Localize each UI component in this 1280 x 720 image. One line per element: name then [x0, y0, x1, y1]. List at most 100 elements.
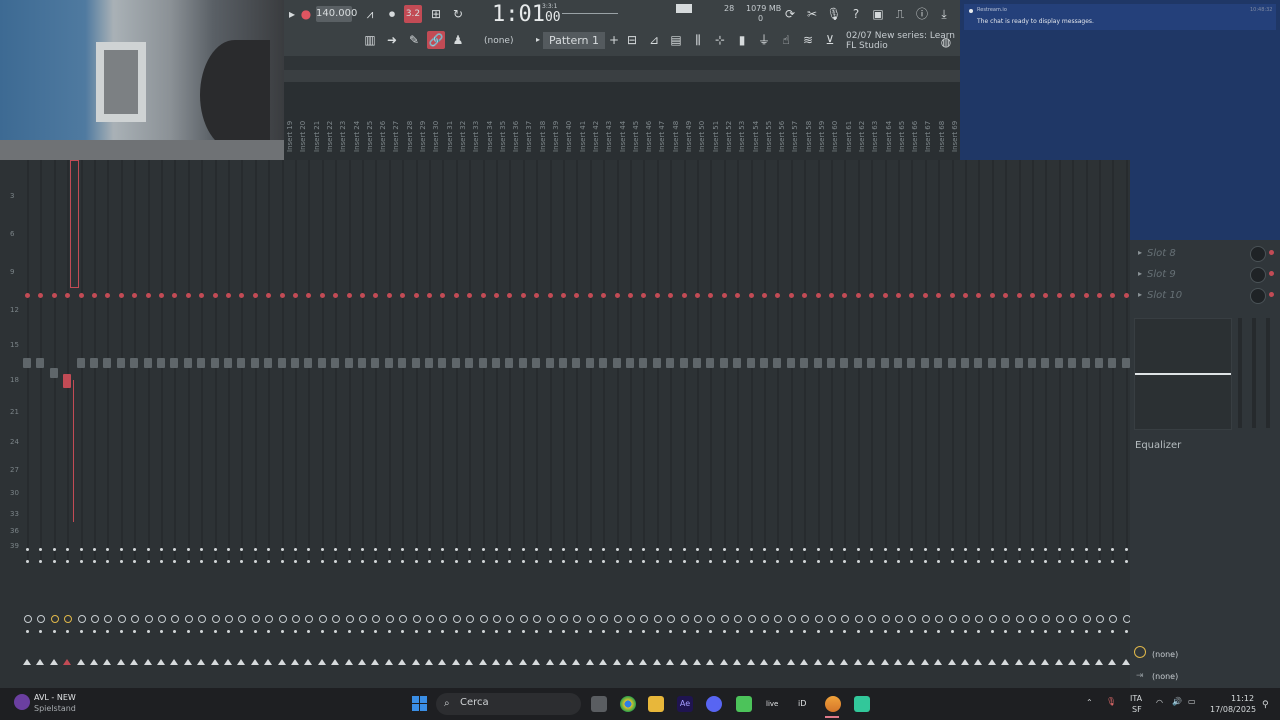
channel-pan-dot[interactable] — [414, 548, 418, 551]
channel-knob[interactable] — [144, 615, 153, 623]
channel-stereo-dot[interactable] — [52, 560, 56, 563]
channel-fader[interactable] — [800, 358, 809, 368]
channel-stereo-dot[interactable] — [682, 560, 686, 563]
camtasia-icon[interactable] — [736, 696, 752, 712]
insert-label[interactable]: Insert 41 — [579, 92, 591, 152]
channel-route-dot[interactable] — [749, 630, 753, 633]
channel-fader[interactable] — [291, 358, 299, 368]
plugin-icon[interactable]: ⎍ — [892, 6, 908, 22]
channel-knob[interactable] — [412, 615, 421, 623]
channel-knob[interactable] — [519, 615, 528, 623]
info-icon[interactable]: ⓘ — [914, 6, 930, 22]
channel-enable-led[interactable] — [695, 293, 700, 298]
channel-knob[interactable] — [720, 615, 729, 623]
insert-label[interactable]: Insert 24 — [353, 92, 365, 152]
channel-route-dot[interactable] — [320, 630, 324, 633]
channel-route-arrow[interactable] — [358, 659, 366, 665]
channel-fader[interactable] — [920, 358, 929, 368]
channel-pan-dot[interactable] — [347, 548, 351, 551]
channel-route-arrow[interactable] — [706, 659, 715, 665]
channel-fader[interactable] — [679, 358, 688, 368]
channel-fader[interactable] — [827, 358, 835, 368]
channel-route-dot[interactable] — [588, 630, 592, 633]
channel-route-arrow[interactable] — [371, 659, 380, 665]
channel-knob[interactable] — [962, 615, 970, 623]
channel-route-dot[interactable] — [227, 630, 230, 633]
channel-fader[interactable] — [197, 358, 206, 368]
channel-stereo-dot[interactable] — [79, 560, 83, 563]
channel-route-dot[interactable] — [52, 630, 56, 633]
channel-knob[interactable] — [452, 615, 461, 623]
insert-label[interactable]: Insert 56 — [778, 92, 790, 152]
channel-pan-dot[interactable] — [320, 548, 324, 551]
channel-pan-dot[interactable] — [588, 548, 592, 551]
channel-pan-dot[interactable] — [883, 548, 887, 551]
channel-stereo-dot[interactable] — [548, 560, 552, 563]
channel-route-arrow[interactable] — [880, 659, 889, 665]
channel-route-arrow[interactable] — [934, 659, 943, 665]
channel-fader[interactable] — [317, 358, 326, 368]
channel-route-arrow[interactable] — [585, 659, 594, 665]
channel-fader[interactable] — [1014, 358, 1023, 368]
record-icon[interactable]: ● — [298, 6, 314, 22]
streamlabs-icon[interactable] — [854, 696, 870, 712]
channel-stereo-dot[interactable] — [146, 560, 150, 563]
channel-enable-led[interactable] — [829, 293, 834, 298]
file-explorer-icon[interactable] — [648, 696, 664, 712]
channel-route-arrow[interactable] — [1095, 659, 1103, 665]
channel-stereo-dot[interactable] — [615, 560, 619, 563]
channel-stereo-dot[interactable] — [213, 560, 217, 563]
channel-fader[interactable] — [706, 358, 715, 368]
channel-route-dot[interactable] — [950, 630, 954, 633]
channel-route-arrow[interactable] — [746, 659, 755, 665]
channel-fader[interactable] — [961, 358, 969, 368]
channel-knob[interactable] — [493, 615, 501, 623]
channel-route-dot[interactable] — [481, 630, 485, 633]
channel-stereo-dot[interactable] — [347, 560, 351, 563]
wifi-icon[interactable]: ◠ — [1156, 698, 1163, 707]
channel-fader[interactable] — [505, 358, 514, 368]
wait-input-icon[interactable]: ⏺ — [384, 6, 400, 22]
fl-studio-icon[interactable] — [825, 696, 841, 712]
channel-enable-led[interactable] — [855, 293, 861, 298]
eq-graph[interactable] — [1134, 318, 1232, 430]
channel-route-arrow[interactable] — [170, 659, 179, 665]
channel-fader[interactable] — [1001, 358, 1010, 368]
channel-knob[interactable] — [787, 615, 796, 623]
channel-fader[interactable] — [76, 358, 85, 368]
channel-route-arrow[interactable] — [157, 659, 165, 665]
step-edit-icon[interactable]: ⊞ — [428, 6, 444, 22]
channel-stereo-dot[interactable] — [830, 560, 833, 563]
channel-route-dot[interactable] — [186, 630, 190, 633]
channel-route-dot[interactable] — [521, 630, 525, 633]
insert-label[interactable]: Insert 46 — [645, 92, 657, 152]
channel-fader[interactable] — [371, 358, 380, 368]
channel-pan-dot[interactable] — [816, 548, 820, 551]
channel-stereo-dot[interactable] — [160, 560, 163, 563]
insert-label[interactable]: Insert 62 — [858, 92, 870, 152]
channel-enable-led[interactable] — [963, 293, 968, 298]
channel-knob[interactable] — [158, 615, 166, 623]
channel-fader[interactable] — [465, 358, 474, 368]
channel-route-dot[interactable] — [816, 630, 820, 633]
channel-route-arrow[interactable] — [947, 659, 956, 665]
channel-route-arrow[interactable] — [518, 659, 527, 665]
channel-fader[interactable] — [853, 358, 862, 368]
channel-route-dot[interactable] — [1098, 630, 1101, 633]
channel-pan-dot[interactable] — [1017, 548, 1021, 551]
channel-enable-led[interactable] — [547, 293, 553, 298]
channel-enable-led[interactable] — [520, 293, 526, 298]
channel-fader[interactable] — [23, 358, 31, 368]
channel-knob[interactable] — [988, 615, 997, 623]
channel-route-arrow[interactable] — [505, 659, 514, 665]
channel-route-arrow[interactable] — [411, 659, 420, 665]
channel-route-arrow[interactable] — [465, 659, 474, 665]
channel-fader[interactable] — [1068, 358, 1077, 368]
channel-stereo-dot[interactable] — [923, 560, 927, 563]
channel-fader[interactable] — [1028, 358, 1036, 368]
channel-pan-dot[interactable] — [830, 548, 833, 551]
channel-knob[interactable] — [881, 615, 890, 623]
channel-route-arrow[interactable] — [63, 659, 72, 665]
channel-enable-led[interactable] — [721, 293, 727, 298]
channel-route-dot[interactable] — [789, 630, 793, 633]
